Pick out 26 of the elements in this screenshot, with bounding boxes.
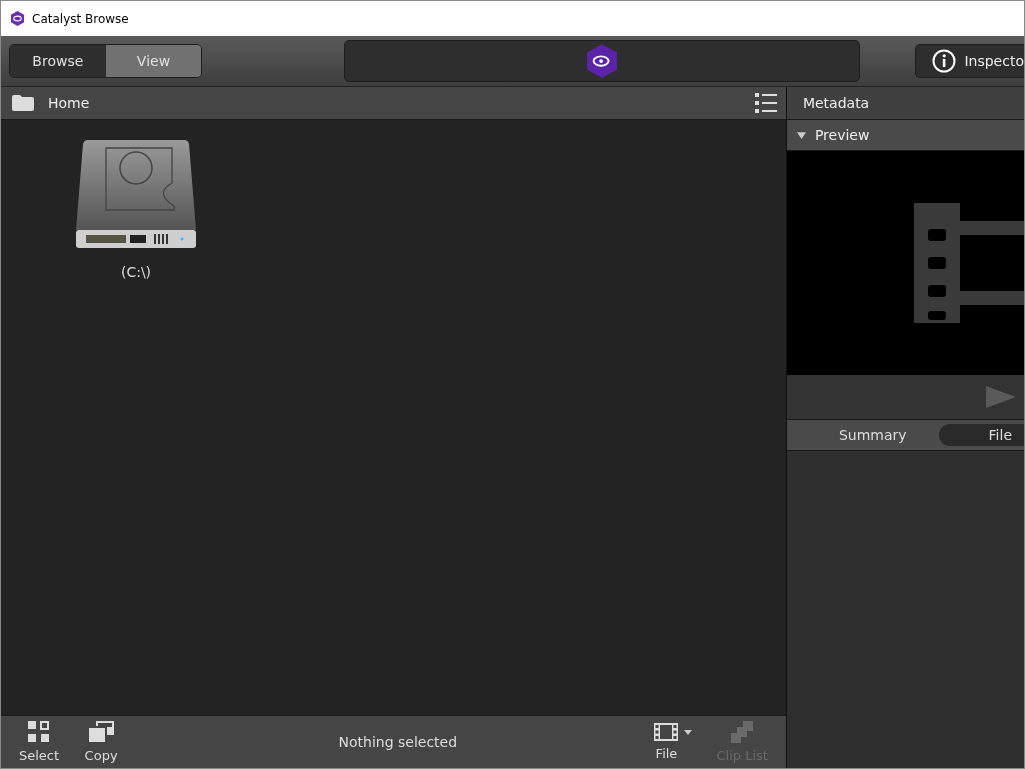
mode-tab[interactable]: Browse <box>10 45 106 77</box>
status-text: Nothing selected <box>337 734 459 750</box>
select-button[interactable]: Select <box>7 721 72 763</box>
dropdown-caret-icon <box>684 729 693 735</box>
window-title: Catalyst Browse <box>32 11 129 26</box>
film-strip-icon <box>654 723 679 741</box>
inspector-button[interactable]: Inspecto <box>915 44 1024 78</box>
hard-drive-icon[interactable] <box>74 138 198 250</box>
copy-button[interactable]: Copy <box>71 721 132 763</box>
app-logo-icon <box>10 11 25 26</box>
file-button[interactable]: File <box>628 723 705 761</box>
preview-section-header[interactable]: Preview <box>786 120 1024 151</box>
stacked-squares-icon <box>731 721 754 743</box>
panel-title: Metadata <box>802 95 870 111</box>
folder-icon <box>12 95 34 111</box>
list-view-icon[interactable] <box>754 93 777 113</box>
metadata-tab[interactable]: Summary <box>826 424 919 446</box>
location-label: Home <box>48 95 90 111</box>
drive-label[interactable]: (C:\) <box>120 264 152 280</box>
metadata-tab[interactable]: File <box>938 424 1024 446</box>
eye-logo-icon <box>587 44 618 78</box>
disclosure-triangle-icon <box>796 131 806 139</box>
grid-icon <box>28 721 51 743</box>
copy-icon <box>88 721 115 743</box>
info-icon <box>932 49 957 73</box>
mode-tab[interactable]: View <box>105 45 202 77</box>
